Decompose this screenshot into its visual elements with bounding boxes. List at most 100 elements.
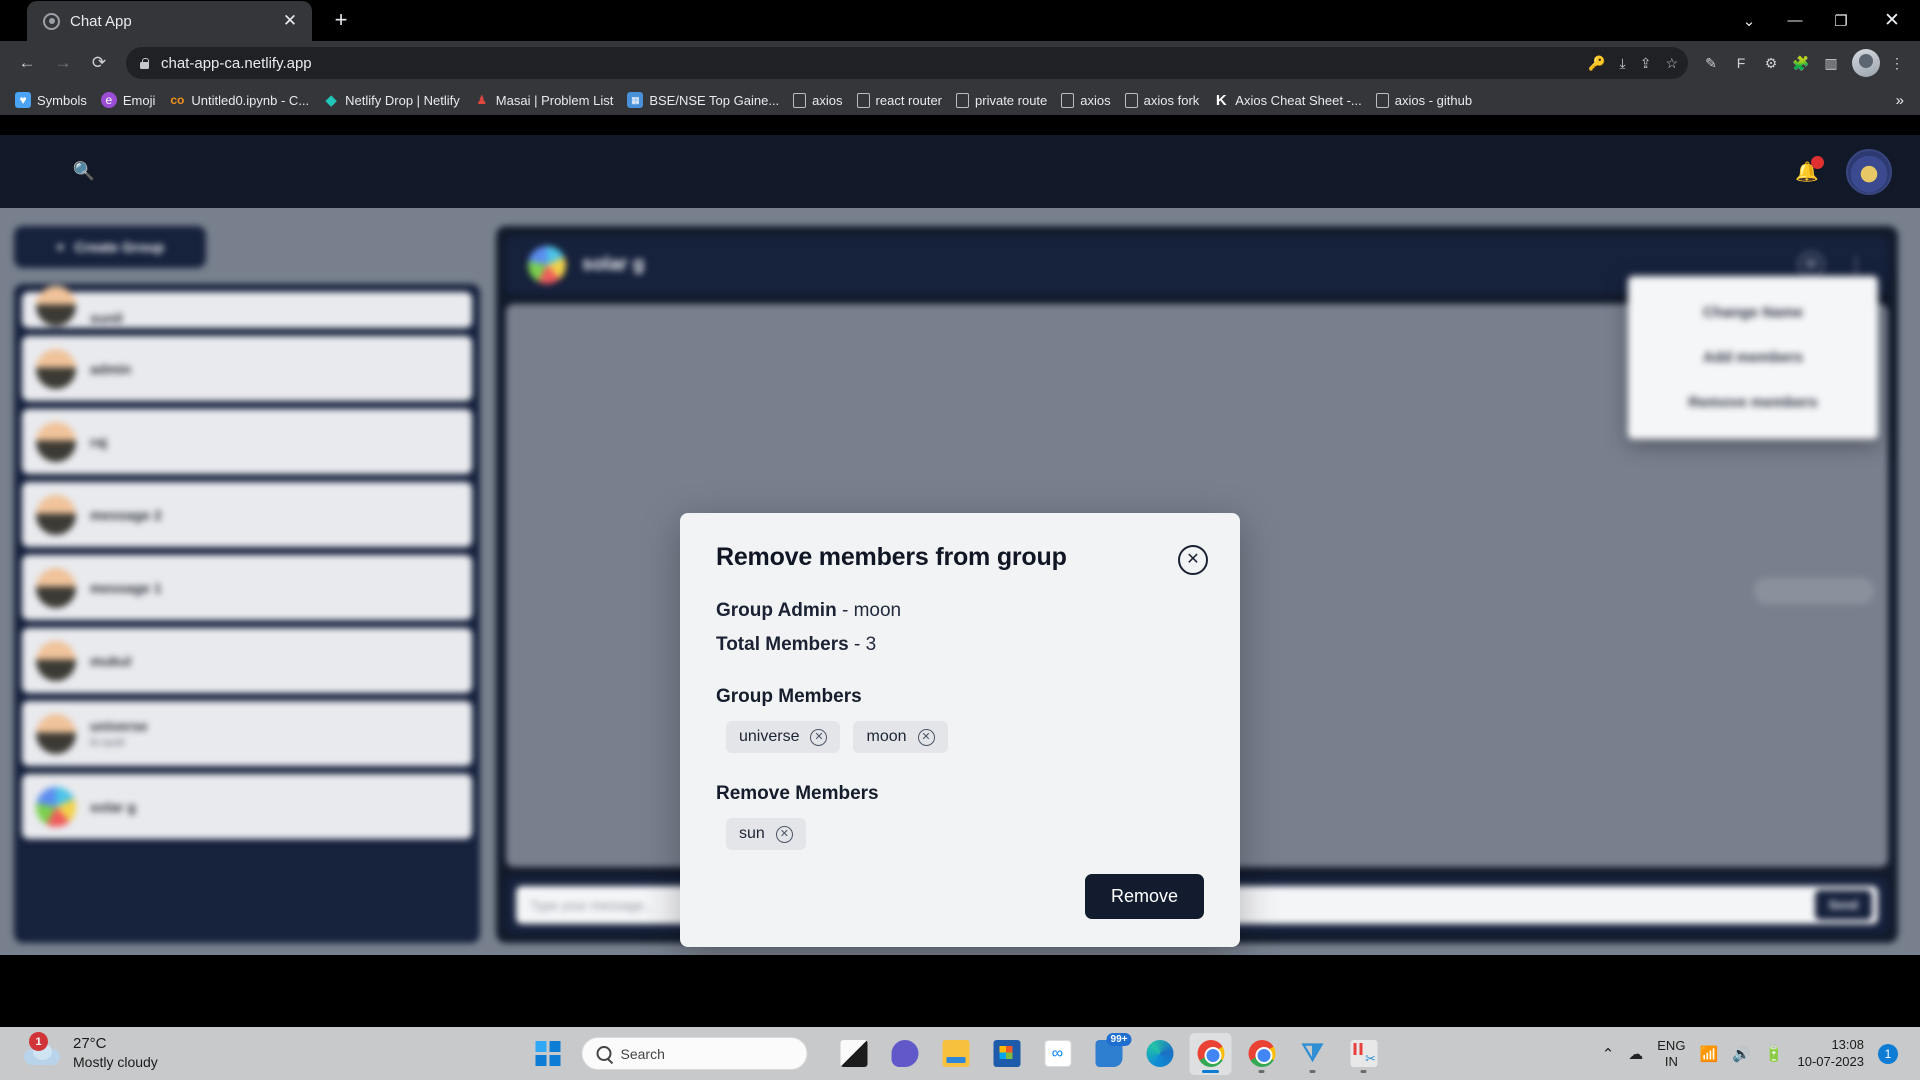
close-window-button[interactable]: ✕	[1864, 0, 1920, 41]
bookmark-item[interactable]: ◆ Netlify Drop | Netlify	[316, 89, 467, 111]
bookmark-label: Masai | Problem List	[495, 92, 614, 108]
chrome-menu-icon[interactable]: ⋮	[1884, 50, 1910, 76]
bookmark-label: private route	[975, 92, 1048, 108]
pen-extension-icon[interactable]: ✎	[1698, 50, 1724, 76]
remove-chip-icon[interactable]: ✕	[775, 825, 793, 843]
puzzle-extensions-icon[interactable]: 🧩	[1788, 50, 1814, 76]
tab-close-icon[interactable]: ✕	[278, 9, 302, 33]
taskbar-app-chrome-profile[interactable]	[1241, 1033, 1283, 1075]
bookmark-label: Axios Cheat Sheet -...	[1235, 92, 1362, 108]
member-chip[interactable]: sun ✕	[726, 818, 806, 850]
group-admin-value: moon	[853, 600, 902, 621]
bookmark-label: axios fork	[1143, 92, 1200, 108]
chevron-up-icon[interactable]: ⌃	[1602, 1045, 1615, 1063]
bookmark-item[interactable]: axios	[786, 90, 849, 111]
browser-tab-chat-app[interactable]: Chat App ✕	[27, 1, 312, 41]
address-bar-url: chat-app-ca.netlify.app	[161, 54, 312, 72]
taskbar-app-file-explorer[interactable]	[935, 1033, 977, 1075]
remove-button[interactable]: Remove	[1084, 874, 1204, 919]
taskbar-app-lens[interactable]	[833, 1033, 875, 1075]
battery-icon[interactable]: 🔋	[1765, 1045, 1784, 1063]
bookmark-label: axios - github	[1394, 92, 1473, 108]
weather-widget[interactable]: 1 27°C Mostly cloudy	[10, 1032, 158, 1071]
maximize-button[interactable]: ❐	[1818, 0, 1864, 41]
share-icon[interactable]: ⇪	[1640, 55, 1652, 72]
volume-icon[interactable]: 🔊	[1732, 1045, 1751, 1063]
total-members-separator: -	[848, 634, 866, 655]
taskbar-app-meta[interactable]	[1037, 1033, 1079, 1075]
total-members-value: 3	[865, 634, 877, 655]
taskbar-app-vscode[interactable]: ⧩	[1292, 1033, 1334, 1075]
minimize-button[interactable]: —	[1772, 0, 1818, 41]
blank-page-icon	[856, 92, 870, 108]
bookmark-item[interactable]: axios - github	[1369, 90, 1479, 111]
bookmark-label: Emoji	[122, 92, 156, 108]
member-name: moon	[866, 728, 907, 745]
new-tab-button[interactable]: +	[326, 5, 356, 35]
back-button[interactable]: ←	[10, 46, 44, 80]
member-chip[interactable]: moon ✕	[853, 721, 948, 753]
browser-profile-avatar[interactable]	[1852, 49, 1880, 77]
onedrive-icon[interactable]: ☁	[1628, 1045, 1643, 1063]
search-input[interactable]: Search	[581, 1037, 808, 1070]
bookmark-item[interactable]: co Untitled0.ipynb - C...	[162, 89, 316, 111]
taskbar-app-microsoft-store[interactable]	[986, 1033, 1028, 1075]
bookmark-item[interactable]: e Emoji	[94, 89, 163, 111]
bookmark-label: Untitled0.ipynb - C...	[191, 92, 310, 108]
taskbar-app-snipping-tool[interactable]	[1343, 1033, 1385, 1075]
search-placeholder: Search	[620, 1045, 665, 1062]
close-icon[interactable]: ✕	[1178, 545, 1208, 575]
remove-members-label: Remove Members	[716, 783, 879, 804]
web-page: 🔍 🔔 + Create Group sunil admin raj messa…	[0, 135, 1920, 955]
taskbar-app-teams[interactable]	[884, 1033, 926, 1075]
bookmark-item[interactable]: axios fork	[1118, 90, 1207, 111]
taskbar-app-mail[interactable]: 99+	[1088, 1032, 1132, 1075]
notification-center-badge[interactable]: 1	[1878, 1043, 1898, 1064]
chart-icon: ▦	[627, 92, 644, 108]
clock-time: 13:08	[1831, 1036, 1864, 1052]
member-chip[interactable]: universe ✕	[726, 721, 841, 753]
window-controls: ⌄ — ❐ ✕	[1726, 0, 1920, 41]
tab-search-chevron-icon[interactable]: ⌄	[1726, 0, 1772, 41]
weather-temperature: 27°C	[73, 1035, 107, 1053]
bookmark-item[interactable]: K Axios Cheat Sheet -...	[1206, 89, 1368, 111]
windows-logo-icon[interactable]	[535, 1041, 561, 1066]
chrome-icon	[1248, 1040, 1275, 1067]
running-indicator	[1202, 1069, 1219, 1073]
bookmark-item[interactable]: ▦ BSE/NSE Top Gaine...	[620, 89, 786, 111]
reload-button[interactable]: ⟳	[82, 46, 116, 80]
mail-badge: 99+	[1106, 1032, 1132, 1046]
search-icon	[596, 1046, 612, 1061]
download-icon[interactable]: ⤓	[1620, 55, 1626, 72]
bookmark-item[interactable]: private route	[949, 90, 1054, 111]
forward-button[interactable]: →	[46, 46, 80, 80]
modal-title: Remove members from group	[716, 543, 1067, 571]
blank-page-icon	[1061, 92, 1075, 108]
wifi-icon[interactable]: 📶	[1699, 1045, 1718, 1063]
taskbar-app-edge[interactable]	[1139, 1033, 1181, 1075]
clock[interactable]: 13:08 10-07-2023	[1798, 1037, 1865, 1071]
f-extension-icon[interactable]: F	[1728, 50, 1754, 76]
bookmark-item[interactable]: ♟ Masai | Problem List	[467, 89, 621, 111]
emoji-icon: e	[100, 92, 117, 108]
bookmarks-overflow-button[interactable]: »	[1888, 92, 1912, 109]
meta-icon	[1044, 1040, 1071, 1067]
gear-extension-icon[interactable]: ⚙	[1758, 50, 1784, 76]
remove-members-chips: sun ✕	[716, 818, 1204, 850]
bookmark-label: react router	[875, 92, 943, 108]
bookmark-item[interactable]: axios	[1054, 90, 1117, 111]
side-panel-icon[interactable]: ▥	[1818, 50, 1844, 76]
password-key-icon[interactable]: 🔑	[1588, 55, 1605, 72]
folder-icon	[942, 1040, 969, 1067]
taskbar-app-chrome[interactable]	[1189, 1032, 1232, 1075]
heart-icon: ♥	[15, 92, 31, 108]
bookmark-item[interactable]: ♥ Symbols	[8, 89, 94, 111]
bookmark-star-icon[interactable]: ☆	[1665, 55, 1678, 72]
bookmark-item[interactable]: react router	[850, 90, 949, 111]
language-indicator[interactable]: ENG IN	[1657, 1038, 1685, 1069]
remove-chip-icon[interactable]: ✕	[917, 728, 935, 746]
language-line-2: IN	[1664, 1053, 1678, 1069]
bookmark-label: BSE/NSE Top Gaine...	[649, 92, 780, 108]
remove-chip-icon[interactable]: ✕	[810, 728, 828, 746]
address-bar[interactable]: chat-app-ca.netlify.app 🔑 ⤓ ⇪ ☆	[126, 47, 1688, 79]
